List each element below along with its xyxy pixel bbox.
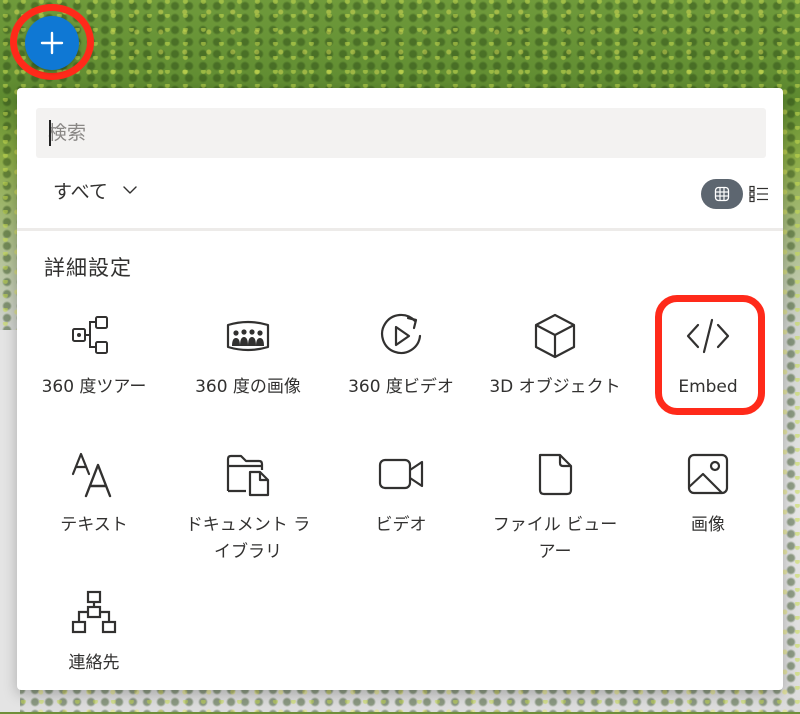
category-filter-label: すべて bbox=[53, 180, 108, 203]
web-part-360-video[interactable]: 360 度ビデオ bbox=[333, 310, 469, 438]
file-icon bbox=[538, 453, 573, 496]
video-camera-icon bbox=[378, 458, 424, 490]
section-title: 詳細設定 bbox=[44, 256, 132, 280]
grid-view-icon bbox=[714, 186, 730, 202]
web-part-360-image[interactable]: 360 度の画像 bbox=[180, 310, 316, 438]
web-part-label: 連絡先 bbox=[68, 653, 120, 673]
add-button[interactable] bbox=[25, 16, 79, 70]
code-icon bbox=[686, 318, 730, 354]
web-part-label: 画像 bbox=[691, 515, 725, 535]
category-filter-dropdown[interactable]: すべて bbox=[53, 176, 138, 204]
list-view-icon bbox=[749, 185, 768, 203]
image-icon bbox=[687, 453, 729, 495]
web-part-label: 360 度ツアー bbox=[41, 377, 147, 397]
web-part-label: ファイル ビューアー bbox=[492, 515, 618, 562]
plus-icon bbox=[40, 31, 64, 55]
web-part-label: 360 度の画像 bbox=[195, 377, 301, 397]
cube-3d-icon bbox=[534, 313, 576, 359]
add-part-panel: すべて 詳細設定 bbox=[17, 88, 783, 690]
image-360-icon bbox=[226, 320, 270, 352]
web-part-label: 3D オブジェクト bbox=[489, 377, 621, 397]
tour-360-icon bbox=[72, 316, 108, 354]
web-part-360-tour[interactable]: 360 度ツアー bbox=[26, 310, 162, 438]
web-part-label: ドキュメント ライブラリ bbox=[185, 515, 311, 562]
web-part-label: テキスト bbox=[60, 515, 128, 535]
web-part-label: Embed bbox=[678, 377, 738, 397]
list-view-button[interactable] bbox=[747, 179, 771, 209]
document-library-icon bbox=[226, 454, 270, 497]
grid-view-button[interactable] bbox=[701, 179, 743, 209]
web-part-file-viewer[interactable]: ファイル ビューアー bbox=[487, 448, 623, 576]
text-cursor bbox=[49, 120, 51, 146]
divider bbox=[17, 228, 783, 231]
video-360-icon bbox=[381, 313, 422, 355]
chevron-down-icon bbox=[123, 186, 137, 194]
text-icon bbox=[71, 452, 112, 498]
view-toggle bbox=[701, 179, 771, 209]
web-part-embed[interactable]: Embed bbox=[640, 310, 776, 438]
org-chart-icon bbox=[71, 590, 117, 634]
web-part-label: 360 度ビデオ bbox=[348, 377, 454, 397]
web-part-label: ビデオ bbox=[375, 515, 427, 535]
web-part-image[interactable]: 画像 bbox=[640, 448, 776, 576]
web-part-document-library[interactable]: ドキュメント ライブラリ bbox=[180, 448, 316, 576]
search-input[interactable] bbox=[36, 108, 766, 158]
web-part-text[interactable]: テキスト bbox=[26, 448, 162, 576]
web-part-3d-object[interactable]: 3D オブジェクト bbox=[487, 310, 623, 438]
web-part-contacts[interactable]: 連絡先 bbox=[26, 586, 162, 714]
web-part-video[interactable]: ビデオ bbox=[333, 448, 469, 576]
